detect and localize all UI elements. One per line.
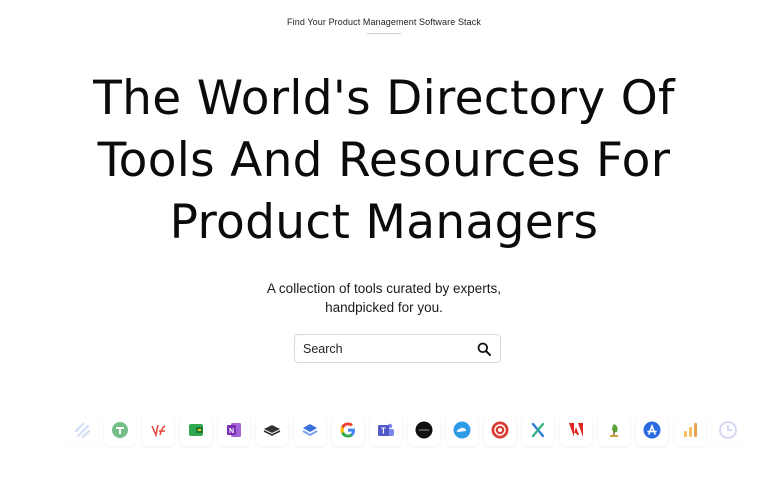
- appstore-logo-icon[interactable]: [636, 414, 668, 446]
- eyebrow-divider: [367, 33, 401, 34]
- hero-title-line-2: Tools And Resources For: [97, 133, 671, 188]
- hero-title-line-3: Product Managers: [169, 195, 599, 250]
- x-logo-icon[interactable]: [522, 414, 554, 446]
- hero-title: The World's Directory Of Tools And Resou…: [0, 68, 768, 254]
- clock-logo-icon[interactable]: [712, 414, 744, 446]
- cloud-logo-icon[interactable]: [446, 414, 478, 446]
- hero-title-line-1: The World's Directory Of: [93, 71, 675, 126]
- svg-text:N: N: [229, 428, 234, 435]
- green-circle-logo-icon[interactable]: [104, 414, 136, 446]
- leaf-logo-icon[interactable]: [598, 414, 630, 446]
- red-script-logo-icon[interactable]: [142, 414, 174, 446]
- hero-subtitle-line-2: handpicked for you.: [325, 300, 443, 315]
- search-input[interactable]: [303, 341, 476, 356]
- adobe-logo-icon[interactable]: [560, 414, 592, 446]
- google-logo-icon[interactable]: [332, 414, 364, 446]
- bars-logo-icon[interactable]: [674, 414, 706, 446]
- search-icon[interactable]: [476, 341, 492, 357]
- onenote-logo-icon[interactable]: N: [218, 414, 250, 446]
- teams-logo-icon[interactable]: T: [370, 414, 402, 446]
- black-circle-logo-icon[interactable]: [408, 414, 440, 446]
- search-box[interactable]: [294, 334, 501, 363]
- hero-subtitle-line-1: A collection of tools curated by experts…: [266, 281, 502, 296]
- stack-book-logo-icon[interactable]: [256, 414, 288, 446]
- stripes-logo-icon[interactable]: [66, 414, 98, 446]
- red-target-logo-icon[interactable]: [484, 414, 516, 446]
- layers-logo-icon[interactable]: [294, 414, 326, 446]
- hero-subtitle: A collection of tools curated by experts…: [0, 279, 768, 317]
- eyebrow-text: Find Your Product Management Software St…: [287, 17, 481, 27]
- logo-strip: N T: [66, 414, 744, 450]
- svg-text:T: T: [381, 427, 386, 436]
- green-folder-logo-icon[interactable]: [180, 414, 212, 446]
